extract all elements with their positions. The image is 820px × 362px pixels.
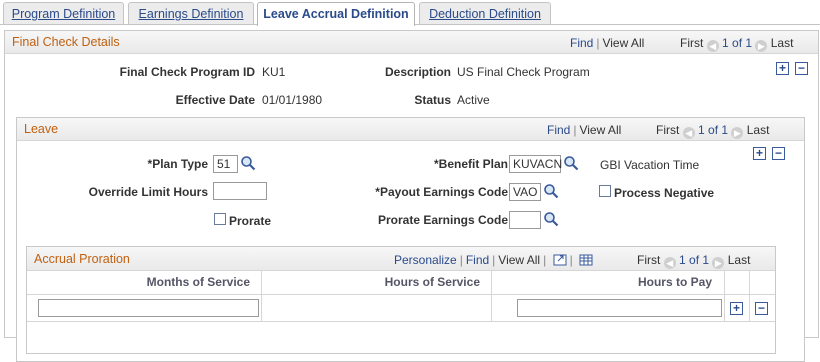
add-row-button[interactable]: + xyxy=(753,147,766,160)
download-grid-icon[interactable] xyxy=(579,254,593,266)
delete-row-button[interactable]: − xyxy=(772,147,785,160)
col-divider xyxy=(749,270,750,294)
col-divider xyxy=(749,295,750,321)
plan-type-field[interactable]: 51 xyxy=(213,155,238,173)
description-label: Description xyxy=(384,65,451,79)
process-negative-label: Process Negative xyxy=(614,186,715,200)
benefit-plan-lookup-icon[interactable] xyxy=(563,155,579,171)
zoom-icon[interactable] xyxy=(553,254,567,266)
benefit-plan-description: GBI Vacation Time xyxy=(600,158,700,172)
payout-earnings-label: *Payout Earnings Code xyxy=(375,185,508,199)
effective-date-value: 01/01/1980 xyxy=(262,93,323,107)
plan-type-lookup-icon[interactable] xyxy=(240,155,256,171)
last-label: Last xyxy=(746,123,770,137)
col-divider xyxy=(261,270,262,294)
pager-count: 1 of 1 xyxy=(679,253,710,267)
program-id-label: Final Check Program ID xyxy=(119,65,255,79)
final-check-nav: Find | View All xyxy=(570,36,645,50)
accrual-title: Accrual Proration xyxy=(34,252,130,266)
accrual-proration-grid: Accrual Proration Personalize | Find | View … xyxy=(26,246,776,354)
pager-count: 1 of 1 xyxy=(698,123,729,137)
next-icon[interactable]: ▶ xyxy=(712,257,725,269)
view-all-link[interactable]: View All xyxy=(498,253,540,267)
program-id-value: KU1 xyxy=(262,65,286,79)
find-link[interactable]: Find xyxy=(547,123,570,137)
last-label: Last xyxy=(727,253,751,267)
tab-program-definition[interactable]: Program Definition xyxy=(3,2,124,24)
prorate-earnings-lookup-icon[interactable] xyxy=(543,211,559,227)
effective-date-label: Effective Date xyxy=(175,93,255,107)
hours-to-pay-field[interactable] xyxy=(517,299,722,317)
description-value: US Final Check Program xyxy=(457,65,590,79)
col-divider xyxy=(724,295,725,321)
personalize-link[interactable]: Personalize xyxy=(394,253,457,267)
view-all-link[interactable]: View All xyxy=(579,123,621,137)
accrual-pager: First ◀ 1 of 1 ▶ Last xyxy=(637,253,750,269)
status-value: Active xyxy=(457,93,490,107)
final-check-title: Final Check Details xyxy=(12,35,120,49)
final-check-pager: First ◀ 1 of 1 ▶ Last xyxy=(680,36,793,52)
col-hours-of-service: Hours of Service xyxy=(384,275,480,289)
leave-title: Leave xyxy=(24,122,59,136)
find-link[interactable]: Find xyxy=(570,36,593,50)
col-months-of-service: Months of Service xyxy=(146,275,250,289)
final-check-details-group: Final Check Details Find | View All First … xyxy=(4,30,819,362)
benefit-plan-label: *Benefit Plan xyxy=(433,157,508,171)
prorate-checkbox[interactable] xyxy=(214,213,226,225)
next-icon[interactable]: ▶ xyxy=(731,127,744,139)
table-row: + − xyxy=(27,295,775,322)
accrual-header: Accrual Proration Personalize | Find | View … xyxy=(27,247,775,271)
accrual-nav: Personalize | Find | View All | | xyxy=(394,253,593,267)
process-negative-checkbox[interactable] xyxy=(599,185,611,197)
first-label: First xyxy=(680,36,704,50)
find-link[interactable]: Find xyxy=(466,253,489,267)
prev-icon[interactable]: ◀ xyxy=(706,40,719,52)
tab-deduction-definition[interactable]: Deduction Definition xyxy=(419,2,551,24)
leave-pager: First ◀ 1 of 1 ▶ Last xyxy=(656,123,769,139)
col-hours-to-pay: Hours to Pay xyxy=(637,275,712,289)
months-of-service-field[interactable] xyxy=(38,299,259,317)
first-label: First xyxy=(637,253,661,267)
status-label: Status xyxy=(414,93,451,107)
last-label: Last xyxy=(770,36,794,50)
tab-leave-accrual-definition[interactable]: Leave Accrual Definition xyxy=(257,2,415,26)
payout-earnings-lookup-icon[interactable] xyxy=(543,183,559,199)
pager-count: 1 of 1 xyxy=(722,36,753,50)
first-label: First xyxy=(656,123,680,137)
next-icon[interactable]: ▶ xyxy=(755,40,768,52)
tab-earnings-definition[interactable]: Earnings Definition xyxy=(128,2,254,24)
override-limit-label: Override Limit Hours xyxy=(88,185,208,199)
benefit-plan-field[interactable]: KUVACN xyxy=(509,155,562,173)
override-limit-field[interactable] xyxy=(213,182,267,200)
prev-icon[interactable]: ◀ xyxy=(682,127,695,139)
col-divider xyxy=(491,295,492,321)
prorate-earnings-label: Prorate Earnings Code xyxy=(377,213,508,227)
delete-row-button[interactable]: − xyxy=(755,302,768,315)
plan-type-label: *Plan Type xyxy=(147,157,208,171)
prorate-label: Prorate xyxy=(229,214,272,228)
view-all-link[interactable]: View All xyxy=(602,36,644,50)
leave-header: Leave Find | View All First ◀ 1 of 1 ▶ Las… xyxy=(17,118,804,141)
grid-header-row: Months of Service Hours of Service Hours… xyxy=(27,270,775,295)
col-divider xyxy=(491,270,492,294)
leave-group: Leave Find | View All First ◀ 1 of 1 ▶ Las… xyxy=(16,117,805,362)
add-row-button[interactable]: + xyxy=(776,62,789,75)
final-check-header: Final Check Details Find | View All First … xyxy=(5,31,818,54)
leave-nav: Find | View All xyxy=(547,123,622,137)
add-row-button[interactable]: + xyxy=(730,302,743,315)
prorate-earnings-field[interactable] xyxy=(509,211,541,229)
col-divider xyxy=(724,270,725,294)
prev-icon[interactable]: ◀ xyxy=(663,257,676,269)
col-divider xyxy=(261,295,262,321)
payout-earnings-field[interactable]: VAO xyxy=(509,183,541,201)
delete-row-button[interactable]: − xyxy=(795,62,808,75)
